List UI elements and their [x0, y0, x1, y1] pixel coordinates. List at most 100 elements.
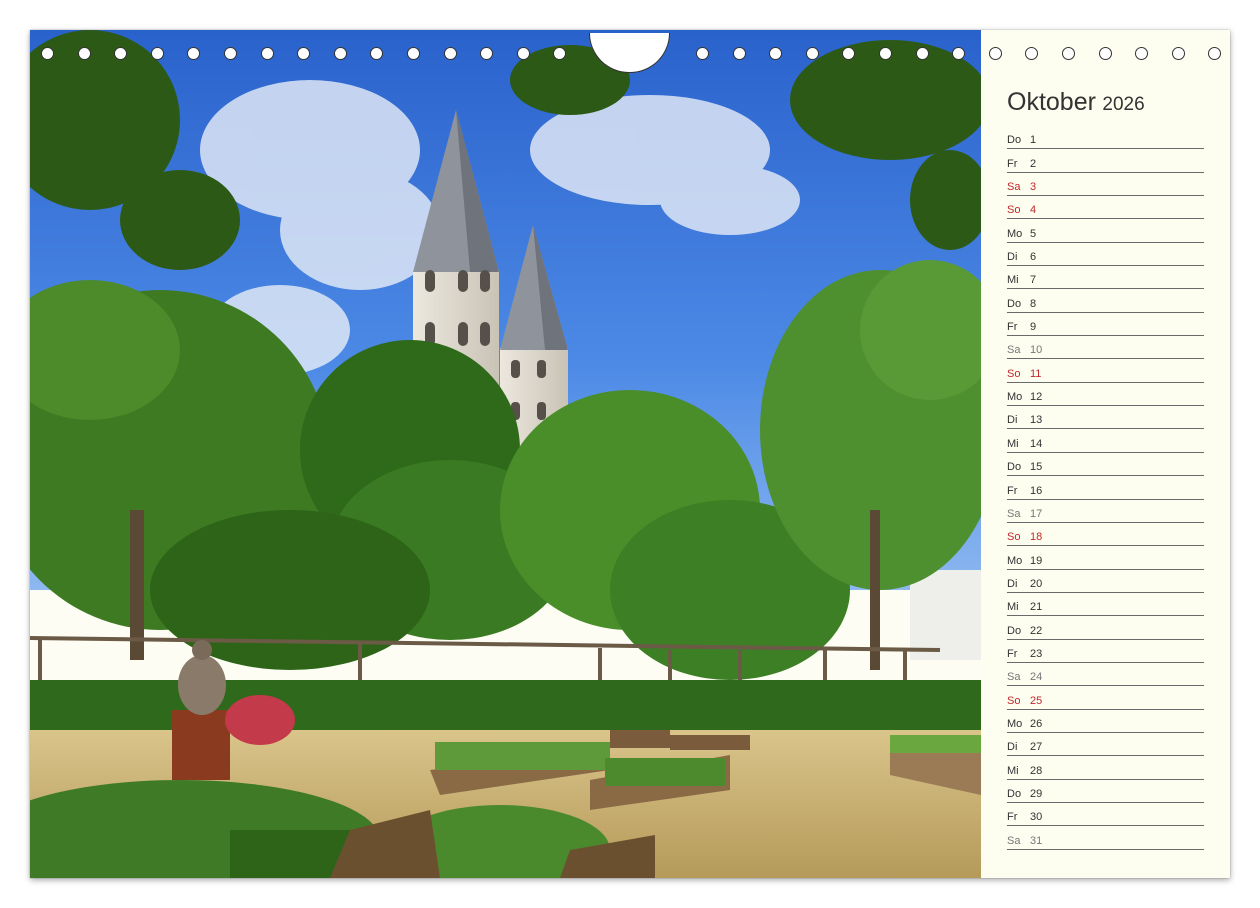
weekday-label: Di [1007, 414, 1018, 427]
day-number: 12 [1030, 391, 1043, 404]
day-row: Sa 10 [1007, 337, 1204, 360]
weekday-label: Do [1007, 461, 1022, 474]
day-row: Di 20 [1007, 571, 1204, 593]
day-row: So 11 [1007, 360, 1204, 383]
calendar-page: Oktober 2026 Do 1 Fr 2 Sa 3 So 4 Mo 5 Di 6 Mi 7 Do 8 Fr 9… [30, 30, 1230, 878]
weekday-label: Mi [1007, 764, 1019, 777]
day-number: 5 [1030, 227, 1037, 240]
day-number: 30 [1030, 811, 1043, 824]
weekday-label: So [1007, 367, 1021, 380]
day-row: Fr 9 [1007, 314, 1204, 337]
day-row: So 4 [1007, 197, 1204, 220]
month-name: Oktober [1007, 88, 1096, 116]
weekday-label: Fr [1007, 484, 1018, 497]
day-number: 13 [1030, 414, 1043, 427]
weekday-label: Do [1007, 134, 1022, 147]
day-row: Di 6 [1007, 244, 1204, 267]
day-number: 8 [1030, 297, 1037, 310]
weekday-label: Sa [1007, 181, 1021, 194]
day-row: Sa 17 [1007, 501, 1204, 523]
day-number: 26 [1030, 717, 1043, 730]
day-number: 27 [1030, 741, 1043, 754]
day-number: 21 [1030, 601, 1043, 614]
day-number: 17 [1030, 507, 1043, 520]
day-number: 29 [1030, 787, 1043, 800]
day-row: Sa 31 [1007, 827, 1204, 850]
day-number: 19 [1030, 554, 1043, 567]
day-row: So 18 [1007, 524, 1204, 547]
weekday-label: Mi [1007, 601, 1019, 614]
day-number: 10 [1030, 344, 1043, 357]
day-row: Fr 30 [1007, 804, 1204, 827]
weekday-label: Di [1007, 741, 1018, 754]
day-row: Do 15 [1007, 454, 1204, 477]
day-row: Mi 14 [1007, 430, 1204, 453]
day-row: Mo 19 [1007, 547, 1204, 570]
weekday-label: Mo [1007, 227, 1023, 240]
weekday-label: Do [1007, 297, 1022, 310]
day-number: 20 [1030, 577, 1043, 590]
weekday-label: Mo [1007, 554, 1023, 567]
month-title: Oktober 2026 [1007, 88, 1145, 117]
weekday-label: Sa [1007, 344, 1021, 357]
day-row: Di 27 [1007, 734, 1204, 757]
day-number: 14 [1030, 437, 1043, 450]
day-number: 23 [1030, 647, 1043, 660]
year-label: 2026 [1102, 94, 1145, 115]
day-row: Mo 5 [1007, 220, 1204, 243]
day-row: Di 13 [1007, 407, 1204, 430]
weekday-label: Do [1007, 787, 1022, 800]
day-number: 6 [1030, 251, 1037, 264]
day-number: 25 [1030, 694, 1043, 707]
day-row: Do 8 [1007, 290, 1204, 313]
weekday-label: Mo [1007, 717, 1023, 730]
weekday-label: Fr [1007, 157, 1018, 170]
day-number: 3 [1030, 181, 1037, 194]
day-row: Do 22 [1007, 617, 1204, 640]
day-number: 2 [1030, 157, 1037, 170]
weekday-label: Fr [1007, 647, 1018, 660]
day-number: 9 [1030, 321, 1037, 334]
weekday-label: Sa [1007, 507, 1021, 520]
church-garden-photo [30, 30, 981, 878]
day-number: 15 [1030, 461, 1043, 474]
weekday-label: So [1007, 531, 1021, 544]
day-number: 22 [1030, 624, 1043, 637]
day-row: Mi 21 [1007, 594, 1204, 617]
weekday-label: Di [1007, 577, 1018, 590]
day-number: 11 [1030, 367, 1042, 380]
day-number: 4 [1030, 204, 1037, 217]
day-row: Sa 3 [1007, 174, 1204, 197]
day-row: Mi 7 [1007, 267, 1204, 290]
day-row: Do 29 [1007, 781, 1204, 803]
day-row: Sa 24 [1007, 664, 1204, 687]
day-row: Fr 16 [1007, 477, 1204, 500]
day-number: 7 [1030, 274, 1037, 287]
day-number: 16 [1030, 484, 1043, 497]
day-number: 18 [1030, 531, 1043, 544]
day-row: Fr 2 [1007, 150, 1204, 173]
weekday-label: So [1007, 694, 1021, 707]
photo-illustration [30, 30, 981, 878]
weekday-label: Mi [1007, 274, 1019, 287]
weekday-label: Mi [1007, 437, 1019, 450]
day-list: Do 1 Fr 2 Sa 3 So 4 Mo 5 Di 6 Mi 7 Do 8 Fr 9 Sa 10 So 11 Mo 12 D… [1007, 127, 1204, 851]
day-number: 28 [1030, 764, 1043, 777]
day-row: Fr 23 [1007, 641, 1204, 663]
weekday-label: Fr [1007, 321, 1018, 334]
day-row: Mo 26 [1007, 711, 1204, 733]
weekday-label: Sa [1007, 834, 1021, 847]
weekday-label: Do [1007, 624, 1022, 637]
weekday-label: So [1007, 204, 1021, 217]
weekday-label: Fr [1007, 811, 1018, 824]
day-number: 24 [1030, 671, 1043, 684]
calendar-panel: Oktober 2026 Do 1 Fr 2 Sa 3 So 4 Mo 5 Di 6 Mi 7 Do 8 Fr 9… [981, 30, 1230, 878]
day-row: Mo 12 [1007, 384, 1204, 407]
weekday-label: Sa [1007, 671, 1021, 684]
day-number: 1 [1030, 134, 1037, 147]
day-row: Mi 28 [1007, 757, 1204, 780]
day-row: Do 1 [1007, 127, 1204, 150]
day-row: So 25 [1007, 687, 1204, 710]
weekday-label: Di [1007, 251, 1018, 264]
weekday-label: Mo [1007, 391, 1023, 404]
